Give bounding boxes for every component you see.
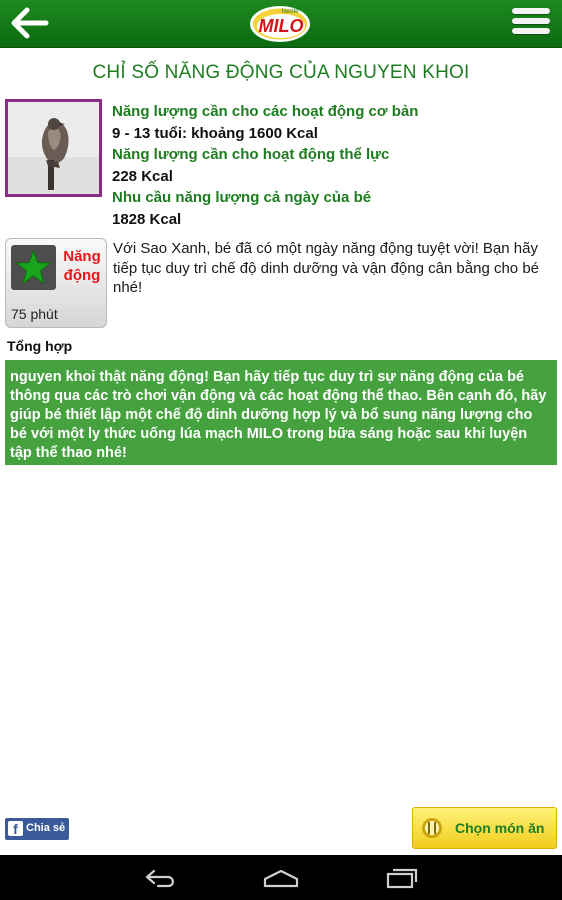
star-box bbox=[11, 245, 56, 290]
bird-photo bbox=[8, 102, 99, 194]
basic-energy-label: Năng lượng cần cho các hoạt động cơ bản bbox=[112, 103, 419, 120]
android-recents-icon[interactable] bbox=[385, 867, 419, 889]
avatar bbox=[5, 99, 102, 197]
summary-heading: Tổng hợp bbox=[7, 338, 73, 354]
system-navbar bbox=[0, 855, 562, 900]
menu-button[interactable] bbox=[512, 8, 550, 40]
logo-text: MILO bbox=[259, 16, 304, 36]
page-title: CHỈ SỐ NĂNG ĐỘNG CỦA NGUYEN KHOI bbox=[92, 62, 470, 83]
menu-bar bbox=[512, 28, 550, 34]
android-back-icon[interactable] bbox=[144, 867, 178, 889]
physical-energy-label: Năng lượng cần cho hoạt động thể lực bbox=[112, 146, 390, 163]
android-home-icon[interactable] bbox=[262, 867, 300, 889]
facebook-share-button[interactable]: f Chia sẻ bbox=[5, 818, 69, 840]
arrow-left-icon bbox=[11, 7, 49, 39]
logo-brand: Nestlé bbox=[281, 9, 299, 15]
choose-meal-button[interactable]: Chọn món ăn bbox=[412, 807, 557, 849]
milo-logo: MILO Nestlé bbox=[248, 2, 312, 44]
basic-energy-value: 9 - 13 tuổi: khoảng 1600 Kcal bbox=[112, 124, 318, 142]
back-button[interactable] bbox=[10, 6, 50, 40]
share-label: Chia sẻ bbox=[26, 822, 66, 834]
menu-bar bbox=[512, 18, 550, 24]
app-header: MILO Nestlé bbox=[0, 0, 562, 48]
hamburger-menu-icon bbox=[512, 8, 550, 14]
meal-label: Chọn món ăn bbox=[455, 820, 545, 836]
daily-energy-value: 1828 Kcal bbox=[112, 210, 182, 228]
badge-time: 75 phút bbox=[11, 306, 58, 322]
summary-text: nguyen khoi thật năng động! Bạn hãy tiếp… bbox=[10, 369, 547, 461]
summary-box: nguyen khoi thật năng động! Bạn hãy tiếp… bbox=[5, 360, 557, 465]
physical-energy-value: 228 Kcal bbox=[112, 167, 173, 185]
daily-energy-label: Nhu cầu năng lượng cả ngày của bé bbox=[112, 189, 372, 206]
activity-message: Với Sao Xanh, bé đã có một ngày năng độn… bbox=[113, 240, 540, 296]
activity-badge: Năng động 75 phút bbox=[5, 238, 107, 328]
badge-label: Năng động bbox=[63, 248, 101, 284]
energy-info: Năng lượng cần cho các hoạt động cơ bản … bbox=[112, 101, 552, 230]
facebook-icon: f bbox=[8, 821, 23, 837]
plate-fork-icon bbox=[422, 818, 442, 838]
green-star-icon bbox=[15, 249, 52, 285]
